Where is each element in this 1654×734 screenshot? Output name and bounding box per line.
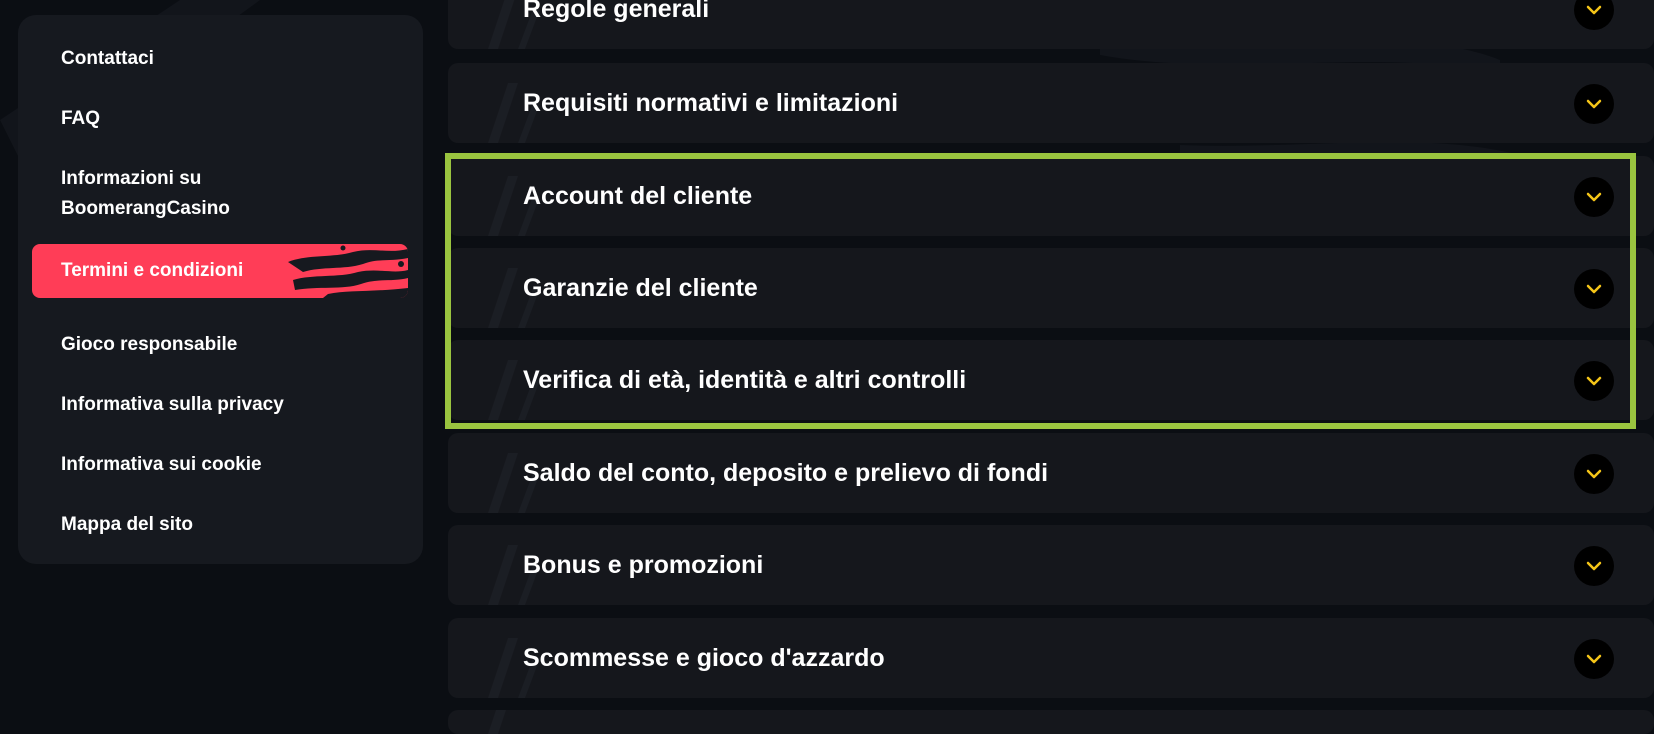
accordion-item-saldo[interactable]: Saldo del conto, deposito e prelievo di … xyxy=(448,433,1654,513)
sidebar-item-mappa[interactable]: Mappa del sito xyxy=(32,510,408,540)
accordion-title: Requisiti normativi e limitazioni xyxy=(523,89,899,117)
chevron-down-icon[interactable] xyxy=(1574,454,1614,494)
panel-decoration xyxy=(488,710,506,734)
sidebar-item-faq[interactable]: FAQ xyxy=(32,104,408,134)
accordion-title: Saldo del conto, deposito e prelievo di … xyxy=(523,459,1049,487)
sidebar-item-label: Informativa sui cookie xyxy=(61,454,262,475)
accordion-item-next[interactable] xyxy=(448,710,1654,734)
sidebar-item-label: Termini e condizioni xyxy=(61,260,244,281)
accordion-title: Regole generali xyxy=(523,0,710,23)
sidebar-item-label: FAQ xyxy=(61,108,101,129)
accordion-title: Bonus e promozioni xyxy=(523,551,764,579)
accordion-item-scommesse[interactable]: Scommesse e gioco d'azzardo xyxy=(448,618,1654,698)
accordion-item-verifica[interactable]: Verifica di età, identità e altri contro… xyxy=(448,340,1654,420)
accordion-title: Garanzie del cliente xyxy=(523,274,758,302)
accordion-item-bonus[interactable]: Bonus e promozioni xyxy=(448,525,1654,605)
chevron-down-icon[interactable] xyxy=(1574,639,1614,679)
sidebar-item-gioco-responsabile[interactable]: Gioco responsabile xyxy=(32,330,408,360)
accordion-title: Scommesse e gioco d'azzardo xyxy=(523,644,885,672)
chevron-down-icon[interactable] xyxy=(1574,84,1614,124)
sidebar-item-informazioni[interactable]: Informazioni su BoomerangCasino xyxy=(32,164,332,224)
sidebar-item-label: Gioco responsabile xyxy=(61,334,238,355)
chevron-down-icon[interactable] xyxy=(1574,0,1614,30)
chevron-down-icon[interactable] xyxy=(1574,546,1614,586)
sidebar-item-cookie[interactable]: Informativa sui cookie xyxy=(32,450,408,480)
sidebar-item-privacy[interactable]: Informativa sulla privacy xyxy=(32,390,408,420)
chevron-down-icon[interactable] xyxy=(1574,269,1614,309)
accordion-item-requisiti[interactable]: Requisiti normativi e limitazioni xyxy=(448,63,1654,143)
sidebar-item-label: Informazioni su BoomerangCasino xyxy=(61,168,230,219)
sidebar-item-termini[interactable]: Termini e condizioni xyxy=(32,244,408,298)
sidebar-item-label: Mappa del sito xyxy=(61,514,193,535)
sidebar-item-label: Contattaci xyxy=(61,48,154,69)
accordion-item-garanzie[interactable]: Garanzie del cliente xyxy=(448,248,1654,328)
accordion-title: Verifica di età, identità e altri contro… xyxy=(523,366,967,394)
brush-splash-decoration xyxy=(288,245,408,298)
sidebar-nav: Contattaci FAQ Informazioni su Boomerang… xyxy=(18,15,423,564)
chevron-down-icon[interactable] xyxy=(1574,361,1614,401)
sidebar-item-contattaci[interactable]: Contattaci xyxy=(32,44,408,74)
accordion-item-account[interactable]: Account del cliente xyxy=(448,156,1654,236)
accordion-item-regole-generali[interactable]: Regole generali xyxy=(448,0,1654,49)
chevron-down-icon[interactable] xyxy=(1574,177,1614,217)
sidebar-item-label: Informativa sulla privacy xyxy=(61,394,284,415)
accordion-title: Account del cliente xyxy=(523,182,753,210)
